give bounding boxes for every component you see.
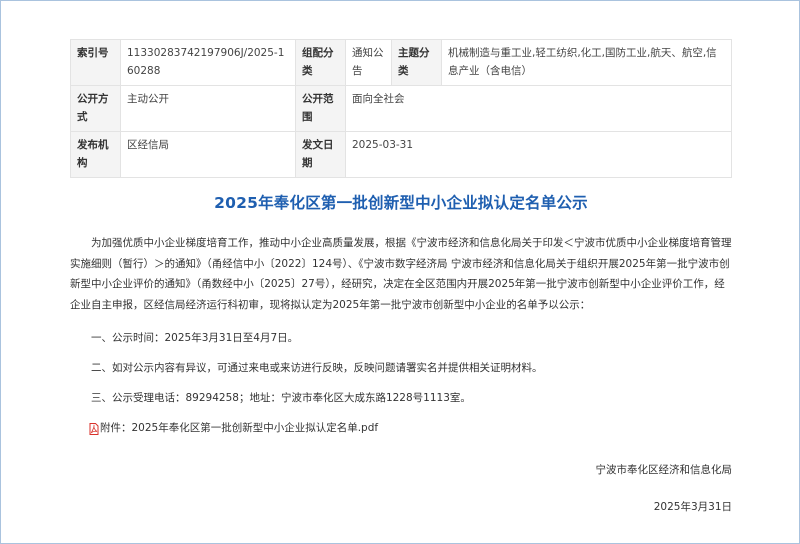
attachment-row: 附件：2025年奉化区第一批创新型中小企业拟认定名单.pdf bbox=[70, 418, 732, 438]
notice-item-period: 一、公示时间：2025年3月31日至4月7日。 bbox=[91, 332, 299, 344]
metadata-row: 索引号 11330283742197906J/2025-160288 组配分类 … bbox=[70, 39, 732, 86]
signature-date: 2025年3月31日 bbox=[653, 501, 732, 513]
attachment-link[interactable]: 附件：2025年奉化区第一批创新型中小企业拟认定名单.pdf bbox=[100, 418, 378, 438]
index-no-value: 11330283742197906J/2025-160288 bbox=[120, 39, 296, 86]
category-label: 组配分类 bbox=[295, 39, 346, 86]
pdf-icon bbox=[89, 422, 99, 435]
metadata-row: 公开方式 主动公开 公开范围 面向全社会 bbox=[70, 85, 732, 132]
open-scope-value: 面向全社会 bbox=[345, 85, 732, 132]
date-label: 发文日期 bbox=[295, 131, 346, 178]
index-no-label: 索引号 bbox=[70, 39, 121, 86]
article-body: 为加强优质中小企业梯度培育工作，推动中小企业高质量发展，根据《宁波市经济和信息化… bbox=[70, 233, 732, 517]
notice-item-contact: 三、公示受理电话：89294258；地址：宁波市奉化区大成东路1228号1113… bbox=[91, 392, 471, 404]
signature-org: 宁波市奉化区经济和信息化局 bbox=[595, 464, 733, 476]
publisher-label: 发布机构 bbox=[70, 131, 121, 178]
intro-paragraph: 为加强优质中小企业梯度培育工作，推动中小企业高质量发展，根据《宁波市经济和信息化… bbox=[70, 237, 732, 311]
topic-value: 机械制造与重工业,轻工纺织,化工,国防工业,航天、航空,信息产业（含电信） bbox=[441, 39, 732, 86]
open-mode-value: 主动公开 bbox=[120, 85, 296, 132]
category-value: 通知公告 bbox=[345, 39, 392, 86]
publisher-value: 区经信局 bbox=[120, 131, 296, 178]
page-title: 2025年奉化区第一批创新型中小企业拟认定名单公示 bbox=[214, 194, 588, 212]
notice-item-objection: 二、如对公示内容有异议，可通过来电或来访进行反映，反映问题请署实名并提供相关证明… bbox=[91, 362, 543, 374]
document-frame: 索引号 11330283742197906J/2025-160288 组配分类 … bbox=[0, 0, 800, 544]
topic-label: 主题分类 bbox=[391, 39, 442, 86]
metadata-table: 索引号 11330283742197906J/2025-160288 组配分类 … bbox=[70, 39, 732, 178]
open-mode-label: 公开方式 bbox=[70, 85, 121, 132]
open-scope-label: 公开范围 bbox=[295, 85, 346, 132]
date-value: 2025-03-31 bbox=[345, 131, 732, 178]
metadata-row: 发布机构 区经信局 发文日期 2025-03-31 bbox=[70, 131, 732, 178]
